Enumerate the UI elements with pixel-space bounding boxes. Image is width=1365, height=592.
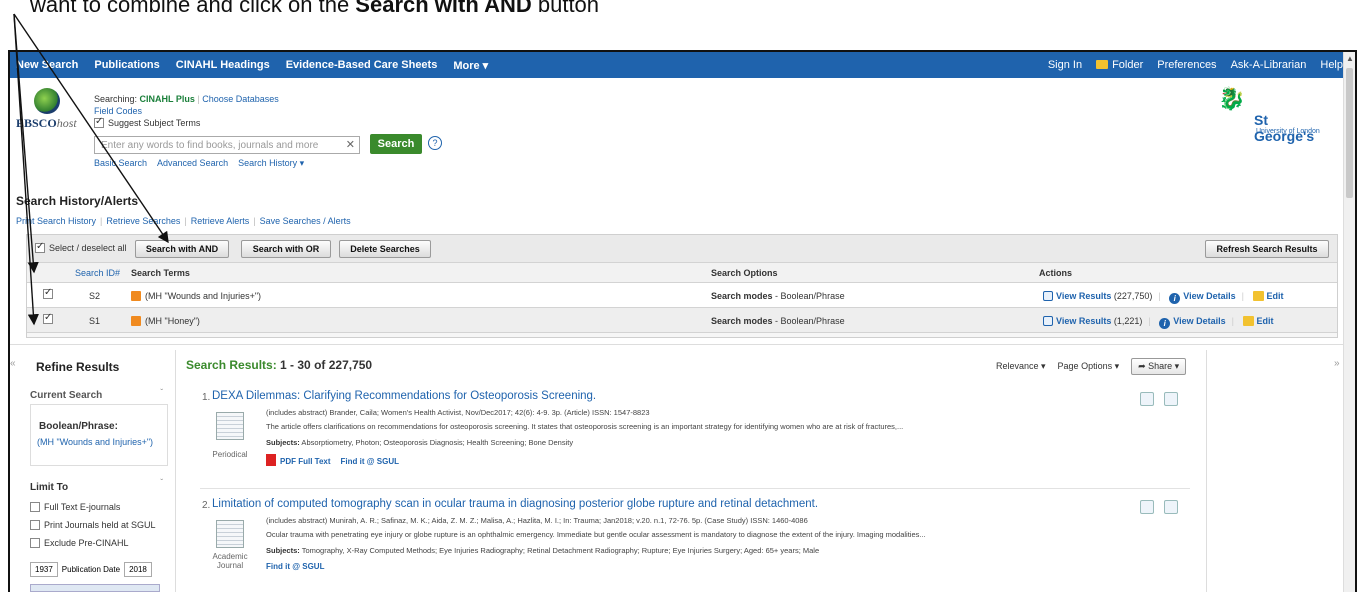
annotation-arrows [13,13,169,326]
arrow-to-checkbox-s1 [13,13,39,326]
arrow-to-and-button [13,13,169,244]
